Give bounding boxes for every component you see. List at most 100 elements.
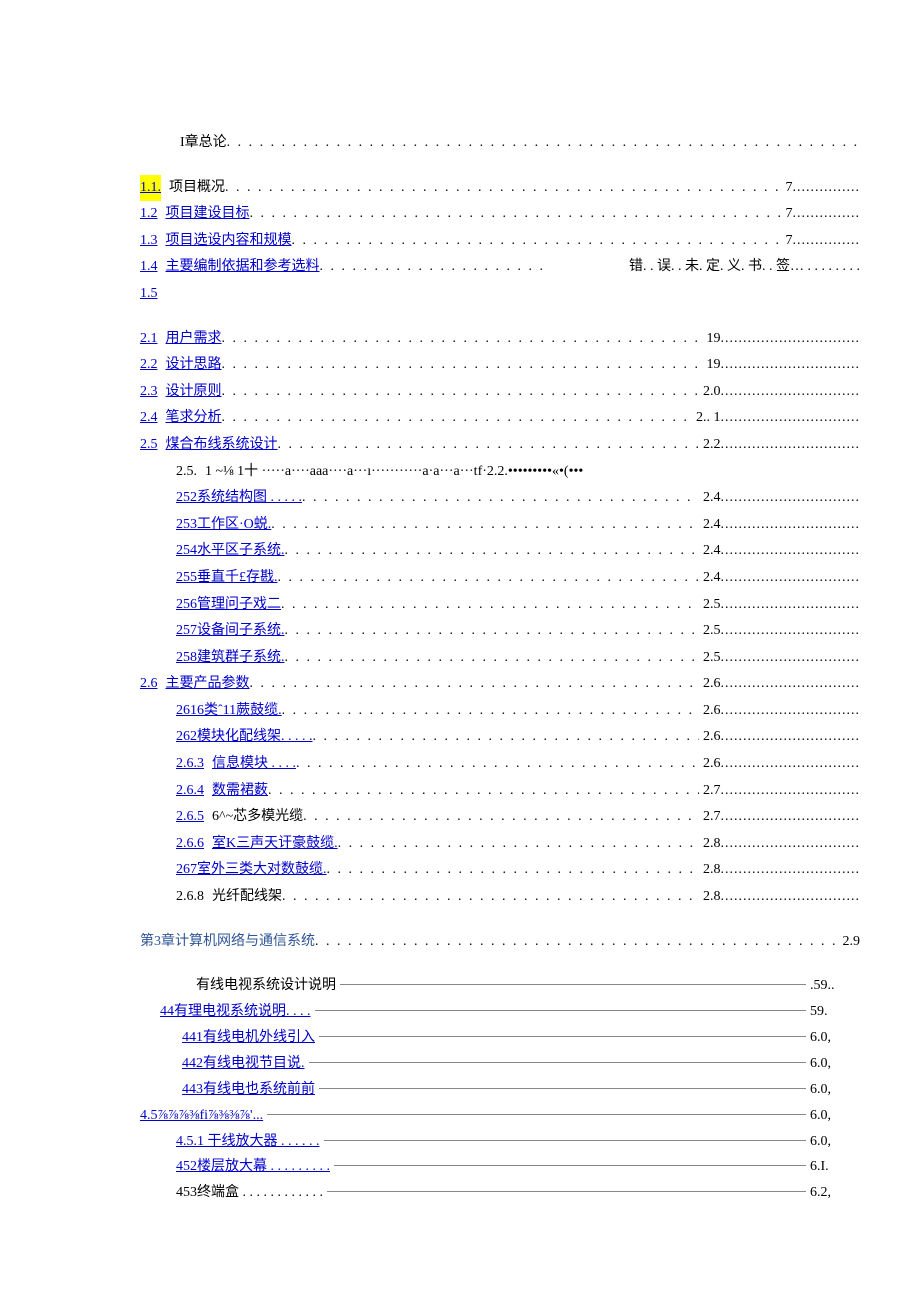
toc-table-rule (319, 1074, 806, 1089)
toc-leader-dots: . . . . . . . . . . . . . . . . . . . . … (271, 512, 699, 539)
toc-leader-dots: . . . . . . . . . . . . . . . . . . . . … (278, 565, 700, 592)
toc-entry-number[interactable]: 2.1 (140, 326, 158, 353)
toc-table-label[interactable]: 441有线电机外线引入 (182, 1030, 315, 1045)
toc-trail-dots: ............................... (721, 804, 861, 831)
toc-entry-number[interactable]: 2.3 (140, 379, 158, 406)
toc-entry: 2616类ˆ11蕨鼓缆. . . . . . . . . . . . . . .… (140, 698, 860, 725)
toc-entry: 255垂直千£存戡. . . . . . . . . . . . . . . .… (140, 565, 860, 592)
toc-trail-dots: ............................... (721, 405, 861, 432)
toc-entry: 1.4 主要编制依据和参考选料 . . . . . . . . . . . . … (140, 254, 860, 281)
toc-table-label[interactable]: 443有线电也系统前前 (182, 1082, 315, 1097)
toc-table-page: 6.0, (810, 1025, 860, 1051)
toc-table-label[interactable]: 4.5⅞⅞⅞⅜fi⅞⅜⅜⅞'... (140, 1108, 263, 1123)
toc-trail-dots: ............................... (721, 831, 861, 858)
toc-entry: 1.5 (140, 281, 860, 308)
toc-entry-number[interactable]: 2.6 (140, 671, 158, 698)
toc-entry: 2.2 设计思路 . . . . . . . . . . . . . . . .… (140, 352, 860, 379)
toc-entry-label[interactable]: 项目选设内容和规模 (166, 228, 292, 255)
toc-page-number: 2.4 (699, 485, 721, 512)
toc-entry-number[interactable]: 2.6.3 (176, 751, 204, 778)
toc-table-label: 453终端盒 . . . . . . . . . . . . (176, 1185, 323, 1200)
toc-entry: 2.6 主要产品参数. . . . . . . . . . . . . . . … (140, 671, 860, 698)
toc-entry-label[interactable]: 设计思路 (166, 352, 222, 379)
toc-entry-label[interactable]: 252系统结构图 . . . . . (176, 485, 302, 512)
toc-trail-dots: ............................... (721, 379, 861, 406)
toc-entry-label[interactable]: 主要产品参数 (166, 671, 250, 698)
toc-table-label[interactable]: 452楼层放大幕 . . . . . . . . . (176, 1159, 330, 1174)
toc-trail-dots: ............... (793, 201, 861, 228)
toc-entry-number[interactable]: 1.1. (140, 175, 161, 202)
toc-entry-number[interactable]: 2.2 (140, 352, 158, 379)
toc-entry-label[interactable]: 煤合布线系统设计 (166, 432, 278, 459)
toc-entry-label[interactable]: 项目建设目标 (166, 201, 250, 228)
toc-leader-dots: . . . . . . . . . . . . . . . . . . . . … (285, 538, 700, 565)
toc-table-label[interactable]: 44有理电视系统说明. . . . (160, 1004, 311, 1019)
toc-page-number: 2.8 (699, 831, 721, 858)
toc-entry-number[interactable]: 1.5 (140, 281, 158, 308)
toc-entry-number[interactable]: 1.3 (140, 228, 158, 255)
toc-table-rule (340, 970, 806, 985)
toc-entry-number[interactable]: 1.4 (140, 254, 158, 281)
toc-leader-dots: . . . . . . . . . . . . . . . . . . . . … (338, 831, 699, 858)
toc-entry-label[interactable]: 256管理问子戏二 (176, 592, 281, 619)
toc-trail-dots: ............................... (721, 857, 861, 884)
toc-table-page: 6.2, (810, 1180, 860, 1206)
toc-entry-label[interactable]: 室K三声天讦豪鼓缆. (212, 831, 338, 858)
toc-table-page: 6.0, (810, 1103, 860, 1129)
toc-entry-number[interactable]: 2.6.6 (176, 831, 204, 858)
toc-entry-label[interactable]: 262模块化配线架. . . . . (176, 724, 313, 751)
toc-trail-dots: ............................... (721, 538, 861, 565)
toc-entry-label[interactable]: 258建筑群子系统. (176, 645, 285, 672)
toc-entry-label[interactable]: 数需裙薮 (212, 778, 268, 805)
toc-entry-label: 项目概况 (169, 175, 225, 202)
toc-page-number: 2.0 (699, 379, 721, 406)
toc-entry-label[interactable]: 设计原则 (166, 379, 222, 406)
toc-entry-label[interactable]: 信息模块 . . . . (212, 751, 296, 778)
toc-table-rule (324, 1126, 807, 1141)
toc-leader-dots: . . . . . . . . . . . . . . . . . . . . … (292, 228, 782, 255)
toc-entry: 2.6.3 信息模块 . . . . . . . . . . . . . . .… (140, 751, 860, 778)
toc-table-label[interactable]: 442有线电视节目说. (182, 1056, 305, 1071)
toc-trail-dots: ............................... (721, 512, 861, 539)
toc-entry-number[interactable]: 2.4 (140, 405, 158, 432)
toc-page-number: 2.2 (699, 432, 721, 459)
toc-trail-dots: ............................... (721, 671, 861, 698)
toc-page-number: 2.6 (699, 724, 721, 751)
toc-page-number: 2.5 (699, 618, 721, 645)
toc-entry-number[interactable]: 2.6.4 (176, 778, 204, 805)
toc-entry-label[interactable]: 255垂直千£存戡. (176, 565, 278, 592)
toc-entry: 2.1 用户需求. . . . . . . . . . . . . . . . … (140, 326, 860, 353)
toc-entry-number[interactable]: 2.6.5 (176, 804, 204, 831)
toc-trail-dots: ............................... (721, 352, 861, 379)
toc-trail-dots: ............................... (721, 326, 861, 353)
toc-entry: 2.6.5 6^~芯多模光缆 . . . . . . . . . . . . .… (140, 804, 860, 831)
toc-table-label[interactable]: 4.5.1 干线放大器 . . . . . . (176, 1134, 320, 1149)
toc-leader-dots: . . . . . . . . . . . . . . . . . . . . … (282, 884, 699, 911)
toc-leader-dots: . . . . . . . . . . . . . . . . . . . . … (227, 130, 860, 157)
toc-entry-number[interactable]: 2.5 (140, 432, 158, 459)
toc-entry-label[interactable]: 257设备间子系统. (176, 618, 285, 645)
toc-page-number: 2.5 (699, 645, 721, 672)
toc-table-label: 有线电视系统设计说明 (196, 978, 336, 993)
toc-leader-dots: . . . . . . . . . . . . . . . . . . . . … (296, 751, 699, 778)
toc-entry-label[interactable]: 主要编制依据和参考选料 (166, 254, 320, 281)
toc-table-rule (309, 1048, 807, 1063)
toc-trail-dots: ............................... (721, 592, 861, 619)
toc-entry-number[interactable]: 1.2 (140, 201, 158, 228)
toc-leader-dots: . . . . . . . . . . . . . . . . . . . . … (222, 405, 693, 432)
toc-page-number: 2.9 (839, 929, 861, 956)
toc-trail-dots: ............................... (721, 645, 861, 672)
toc-leader-dots: . . . . . . . . . . . . . . . . . . . . … (285, 618, 700, 645)
toc-leader-dots: . . . . . . . . . . . . . . . . . . . . … (250, 201, 782, 228)
toc-entry-label[interactable]: 用户需求 (166, 326, 222, 353)
toc-trail-dots: ............................... (721, 778, 861, 805)
toc-entry-label[interactable]: 254水平区子系统. (176, 538, 285, 565)
toc-entry-label[interactable]: 笔求分析 (166, 405, 222, 432)
toc-entry-label[interactable]: 2616类ˆ11蕨鼓缆. (176, 698, 282, 725)
toc-gap (140, 308, 860, 326)
toc-entry-label[interactable]: 267室外三类大对数鼓缆. (176, 857, 327, 884)
toc-entry-label[interactable]: 253工作区·O蜕. (176, 512, 271, 539)
toc-entry: 2.6.4 数需裙薮 . . . . . . . . . . . . . . .… (140, 778, 860, 805)
toc-page-number: 2.6 (699, 698, 721, 725)
toc-lower-table: 有线电视系统设计说明.59..44有理电视系统说明. . . .59.441有线… (140, 973, 860, 1206)
